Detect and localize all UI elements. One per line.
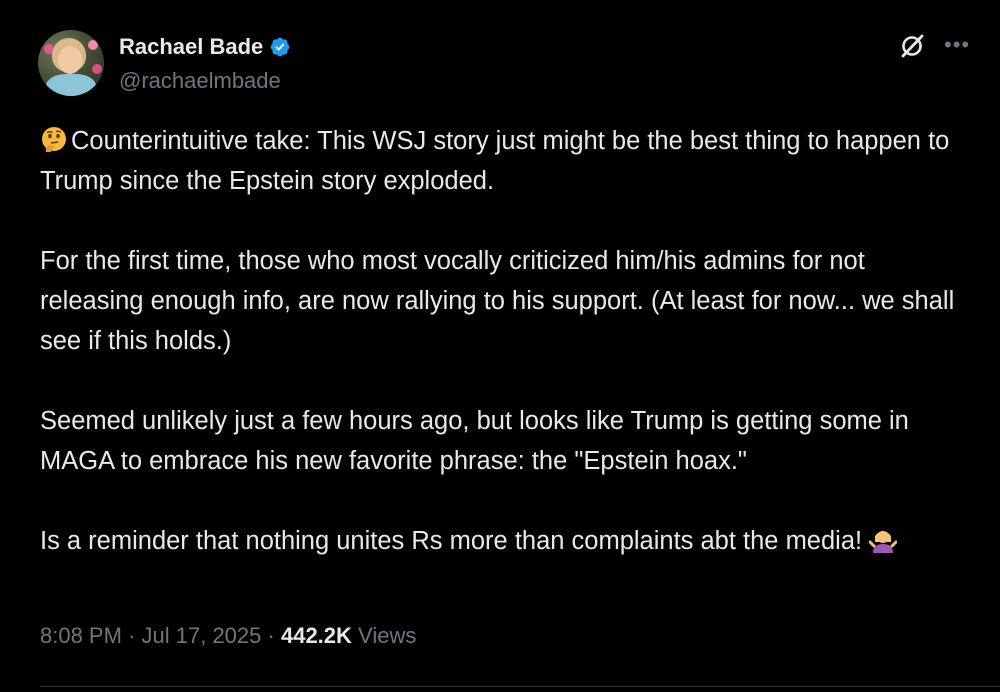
tweet-meta: 8:08 PM · Jul 17, 2025 · 442.2K Views (40, 623, 416, 649)
tweet-paragraph: Is a reminder that nothing unites Rs mor… (40, 521, 970, 561)
tweet: Rachael Bade @rachaelmbade ••• Counterin… (0, 0, 1000, 692)
tweet-paragraph-1: Counterintuitive take: This WSJ story ju… (40, 127, 950, 195)
divider (40, 686, 1000, 687)
avatar-body (46, 74, 96, 96)
avatar[interactable] (38, 30, 104, 96)
views-count: 442.2K (280, 623, 352, 648)
author-name[interactable]: Rachael Bade (119, 34, 291, 60)
avatar-flower (88, 40, 98, 50)
views-label: Views (358, 623, 417, 648)
tweet-text: Counterintuitive take: This WSJ story ju… (40, 121, 970, 561)
avatar-face (58, 46, 82, 74)
grok-icon[interactable] (899, 33, 925, 59)
more-options-icon[interactable]: ••• (944, 34, 972, 56)
meta-separator: · (128, 623, 136, 648)
tweet-paragraph-4: Is a reminder that nothing unites Rs mor… (40, 527, 863, 555)
meta-separator: · (267, 623, 275, 648)
author-handle[interactable]: @rachaelmbade (119, 68, 281, 94)
verified-badge-icon (270, 37, 290, 57)
thinking-face-emoji (42, 127, 66, 152)
tweet-paragraph-3: Seemed unlikely just a few hours ago, bu… (40, 407, 909, 475)
author-name-text[interactable]: Rachael Bade (119, 34, 263, 60)
tweet-paragraph: Counterintuitive take: This WSJ story ju… (40, 121, 970, 201)
tweet-time[interactable]: 8:08 PM (40, 623, 122, 648)
avatar-flower (92, 64, 102, 74)
tweet-paragraph-2: For the first time, those who most vocal… (40, 247, 955, 355)
tweet-date[interactable]: Jul 17, 2025 (142, 623, 262, 648)
woman-shrugging-emoji (869, 531, 898, 553)
